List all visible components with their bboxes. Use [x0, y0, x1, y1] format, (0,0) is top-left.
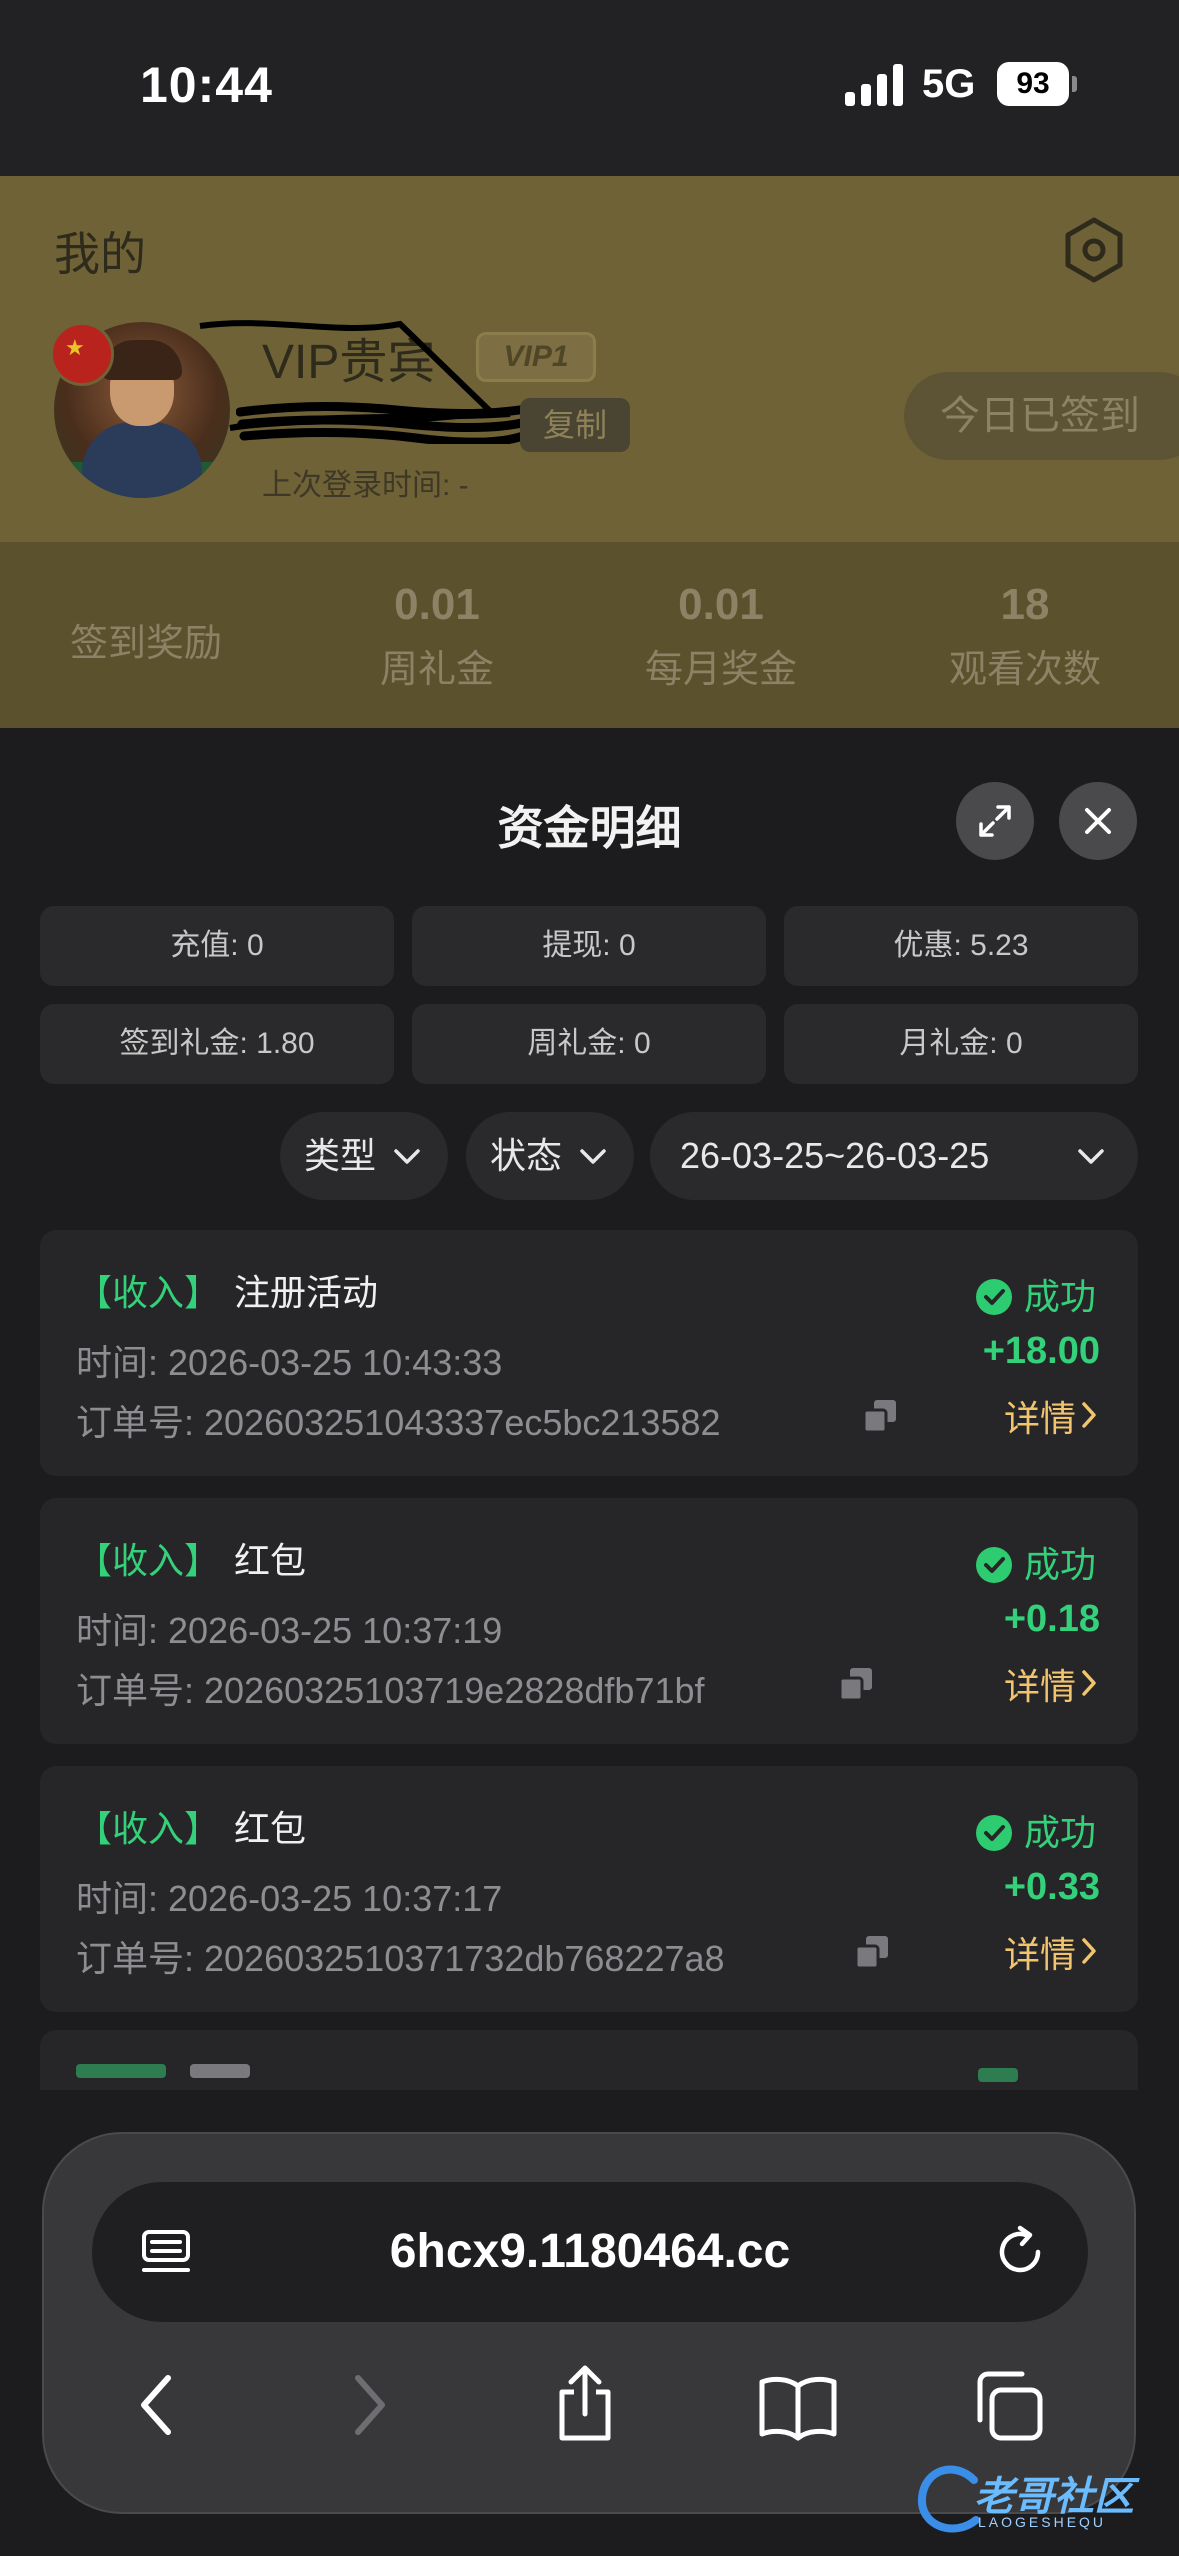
- record-title: 【收入】 红包: [76, 1800, 306, 1852]
- profile-header: 我的 ★ VIP贵宾 VIP1 复制 上次登录时间: - 今日已签到: [0, 176, 1179, 542]
- record-status-label: 成功: [1023, 1276, 1096, 1317]
- status-time: 10:44: [140, 57, 273, 113]
- copy-icon[interactable]: [862, 1398, 898, 1434]
- record-status-label: 成功: [1023, 1544, 1096, 1585]
- record-time: 时间: 2026-03-25 10:43:33: [76, 1342, 503, 1383]
- last-login-text: 上次登录时间: -: [262, 469, 469, 502]
- reload-icon[interactable]: [992, 2224, 1048, 2280]
- check-circle-icon: [975, 1547, 1012, 1583]
- battery-icon: 93: [997, 62, 1077, 106]
- stat-weekly-gift[interactable]: 0.01 周礼金: [372, 580, 502, 693]
- address-bar[interactable]: 6hcx9.1180464.cc: [92, 2182, 1088, 2322]
- signal-icon: [845, 64, 903, 106]
- summary-discount: 优惠: 5.23: [784, 906, 1138, 986]
- record-name: 红包: [234, 1540, 307, 1581]
- copy-id-button[interactable]: 复制: [520, 398, 630, 452]
- copy-icon[interactable]: [838, 1666, 874, 1702]
- expand-icon: [979, 805, 1011, 837]
- close-icon: [1085, 808, 1111, 834]
- type-filter[interactable]: 类型: [280, 1112, 448, 1200]
- record-status: 成功: [975, 1268, 1096, 1320]
- record-order: 订单号: 20260325103719e2828dfb71bf: [76, 1670, 705, 1711]
- watermark-logo: 老哥社区 LAOGESHEQU: [914, 2456, 1174, 2546]
- user-id-redacted: [236, 401, 536, 444]
- share-icon[interactable]: [550, 2364, 620, 2444]
- record-name: 红包: [234, 1808, 307, 1849]
- record-title: 【收入】 注册活动: [76, 1264, 378, 1316]
- record-time: 时间: 2026-03-25 10:37:19: [76, 1610, 503, 1651]
- stat-label: 每月奖金: [644, 649, 797, 691]
- settings-icon[interactable]: [1058, 214, 1130, 286]
- chevron-down-icon: [394, 1149, 420, 1164]
- record-detail-link[interactable]: 详情: [1004, 1390, 1076, 1442]
- record-order: 订单号: 2026032510371732db768227a8: [76, 1938, 725, 1979]
- network-label: 5G: [922, 62, 976, 106]
- record-time: 时间: 2026-03-25 10:37:17: [76, 1878, 503, 1919]
- record-order: 订单号: 202603251043337ec5bc213582: [76, 1402, 721, 1443]
- stat-monthly-bonus[interactable]: 0.01 每月奖金: [636, 580, 806, 693]
- stat-value: 0.01: [394, 580, 480, 629]
- flag-icon: ★: [50, 322, 114, 386]
- page-title: 我的: [54, 228, 146, 280]
- date-range-label: 26-03-25~26-03-25: [680, 1135, 990, 1176]
- record-tag: 【收入】: [76, 1808, 221, 1849]
- chevron-right-icon[interactable]: [1080, 1400, 1098, 1430]
- record-tag: 【收入】: [76, 1540, 221, 1581]
- type-filter-label: 类型: [304, 1135, 377, 1176]
- chevron-right-icon[interactable]: [1080, 1668, 1098, 1698]
- battery-level: 93: [997, 62, 1069, 106]
- watermark-sub: LAOGESHEQU: [978, 2514, 1107, 2530]
- record-detail-link[interactable]: 详情: [1004, 1658, 1076, 1710]
- record-status: 成功: [975, 1536, 1096, 1588]
- summary-checkin-gift: 签到礼金: 1.80: [40, 1004, 394, 1084]
- url-text[interactable]: 6hcx9.1180464.cc: [92, 2182, 1088, 2322]
- stat-view-count[interactable]: 18 观看次数: [940, 580, 1110, 693]
- status-bar: 10:44 5G 93: [0, 0, 1179, 176]
- status-filter-label: 状态: [490, 1135, 563, 1176]
- forward-icon[interactable]: [344, 2370, 394, 2440]
- bookmarks-icon[interactable]: [758, 2372, 838, 2442]
- record-amount: +18.00: [982, 1330, 1100, 1372]
- status-filter[interactable]: 状态: [466, 1112, 634, 1200]
- checkin-button[interactable]: 今日已签到: [904, 372, 1179, 460]
- stat-label: 周礼金: [379, 649, 494, 691]
- back-icon[interactable]: [132, 2370, 182, 2440]
- tabs-icon[interactable]: [970, 2368, 1046, 2444]
- check-circle-icon: [975, 1815, 1012, 1851]
- summary-weekly-gift: 周礼金: 0: [412, 1004, 766, 1084]
- chevron-down-icon: [1078, 1149, 1104, 1164]
- transaction-record-partial[interactable]: [40, 2030, 1138, 2090]
- record-amount: +0.18: [1003, 1598, 1100, 1640]
- record-title: 【收入】 红包: [76, 1532, 306, 1584]
- chevron-right-icon[interactable]: [1080, 1936, 1098, 1966]
- transaction-record[interactable]: 【收入】 红包 时间: 2026-03-25 10:37:19 订单号: 2026…: [40, 1498, 1138, 1744]
- record-status-label: 成功: [1023, 1812, 1096, 1853]
- record-tag: 【收入】: [76, 1272, 221, 1313]
- summary-monthly-gift: 月礼金: 0: [784, 1004, 1138, 1084]
- date-range-filter[interactable]: 26-03-25~26-03-25: [650, 1112, 1138, 1200]
- stat-value: 0.01: [678, 580, 764, 629]
- record-detail-link[interactable]: 详情: [1004, 1926, 1076, 1978]
- copy-icon[interactable]: [854, 1934, 890, 1970]
- stat-label: 观看次数: [948, 649, 1101, 691]
- stats-row: 签到奖励 0.01 周礼金 0.01 每月奖金 18 观看次数: [0, 542, 1179, 728]
- chevron-down-icon: [580, 1149, 606, 1164]
- summary-recharge: 充值: 0: [40, 906, 394, 986]
- check-circle-icon: [975, 1279, 1012, 1315]
- transaction-record[interactable]: 【收入】 红包 时间: 2026-03-25 10:37:17 订单号: 2026…: [40, 1766, 1138, 2012]
- close-button[interactable]: [1059, 782, 1137, 860]
- stat-value: 18: [1000, 580, 1050, 629]
- expand-button[interactable]: [956, 782, 1034, 860]
- transaction-record[interactable]: 【收入】 注册活动 时间: 2026-03-25 10:43:33 订单号: 20…: [40, 1230, 1138, 1476]
- checkin-reward-label[interactable]: 签到奖励: [70, 612, 222, 667]
- record-status: 成功: [975, 1804, 1096, 1856]
- record-amount: +0.33: [1003, 1866, 1100, 1908]
- record-name: 注册活动: [234, 1272, 379, 1313]
- summary-withdraw: 提现: 0: [412, 906, 766, 986]
